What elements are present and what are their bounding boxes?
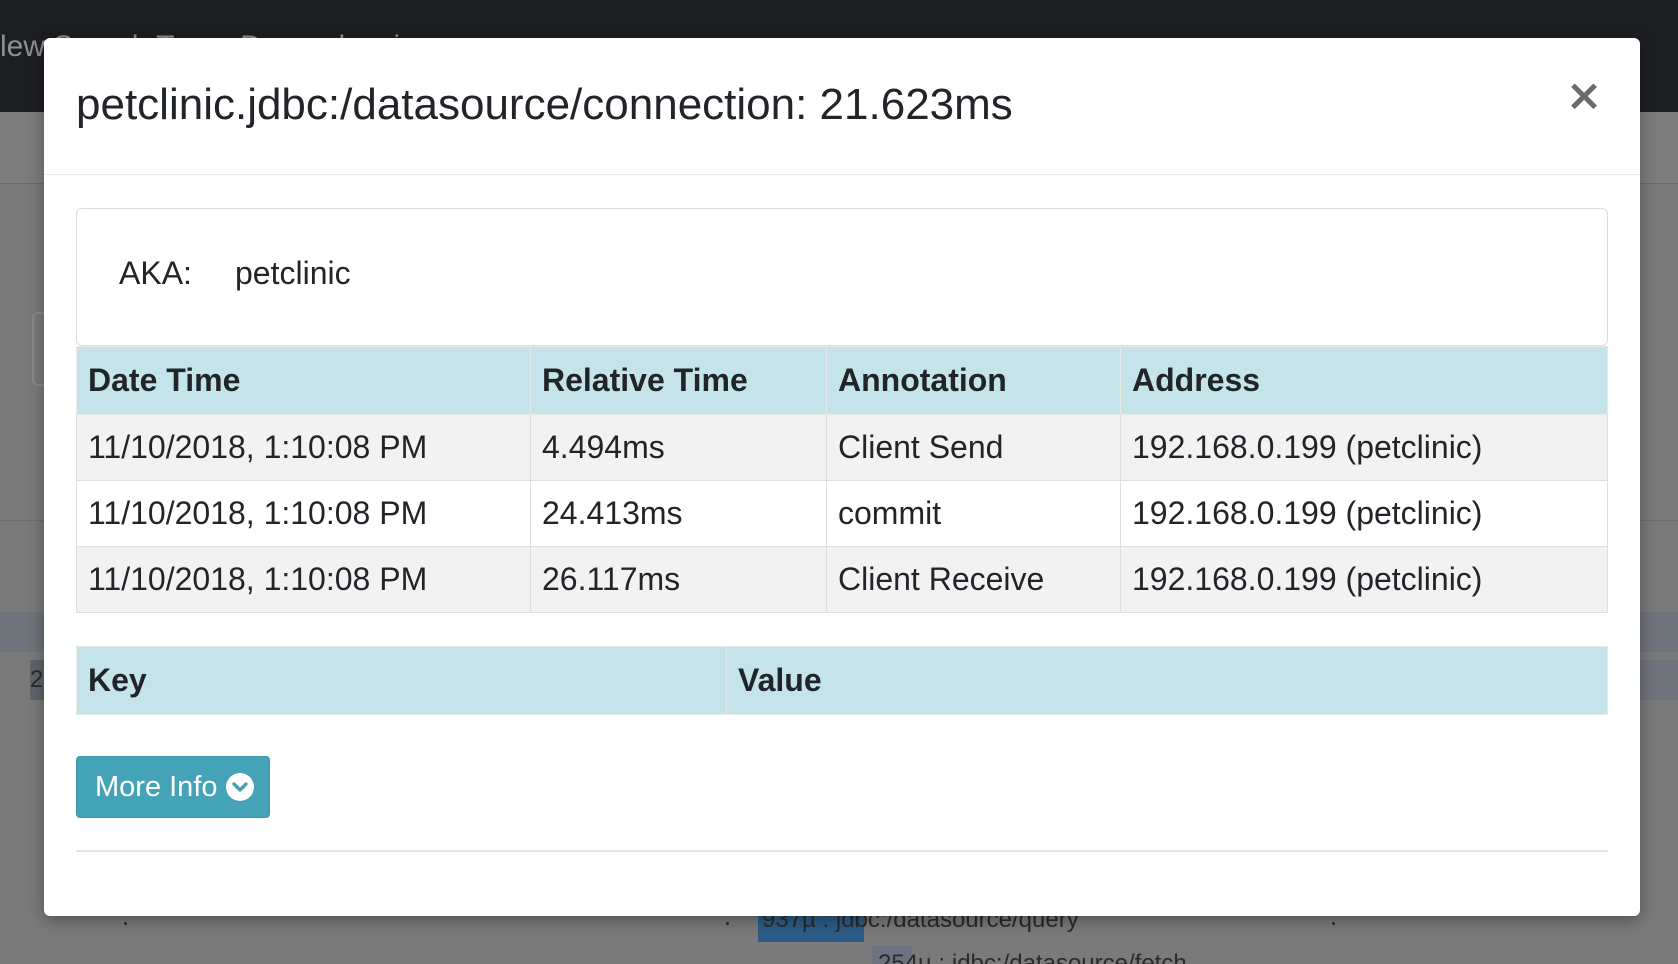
column-header-date-time: Date Time — [76, 346, 531, 415]
background-span-label-2: 254µ : jdbc:/datasource/fetch — [878, 950, 1187, 964]
modal-footer-divider — [76, 850, 1608, 852]
background-dot — [124, 922, 127, 925]
chevron-down-circle-icon — [225, 773, 254, 801]
cell-annotation: Client Receive — [826, 546, 1121, 613]
cell-date-time: 11/10/2018, 1:10:08 PM — [76, 546, 531, 613]
column-header-relative-time: Relative Time — [530, 346, 827, 415]
cell-relative-time: 24.413ms — [530, 480, 827, 547]
annotations-header-row: Date Time Relative Time Annotation Addre… — [76, 346, 1608, 415]
aka-label: AKA: — [119, 255, 192, 291]
cell-address: 192.168.0.199 (petclinic) — [1120, 480, 1608, 547]
table-row: 11/10/2018, 1:10:08 PM 26.117ms Client R… — [76, 546, 1608, 613]
cell-date-time: 11/10/2018, 1:10:08 PM — [76, 414, 531, 481]
column-header-key: Key — [76, 646, 727, 715]
cell-annotation: Client Send — [826, 414, 1121, 481]
span-detail-modal: petclinic.jdbc:/datasource/connection: 2… — [44, 38, 1640, 916]
more-info-label: More Info — [95, 770, 218, 803]
cell-annotation: commit — [826, 480, 1121, 547]
modal-header: petclinic.jdbc:/datasource/connection: 2… — [44, 38, 1640, 175]
annotations-table: Date Time Relative Time Annotation Addre… — [76, 346, 1608, 613]
cell-address: 192.168.0.199 (petclinic) — [1120, 414, 1608, 481]
background-dot — [726, 922, 729, 925]
close-icon[interactable]: × — [1564, 74, 1604, 118]
cell-address: 192.168.0.199 (petclinic) — [1120, 546, 1608, 613]
tags-header-row: Key Value — [76, 646, 1608, 715]
background-row-band-right — [1640, 660, 1678, 700]
table-row: 11/10/2018, 1:10:08 PM 24.413ms commit 1… — [76, 480, 1608, 547]
column-header-address: Address — [1120, 346, 1608, 415]
aka-panel: AKA: petclinic — [76, 208, 1608, 346]
cell-relative-time: 4.494ms — [530, 414, 827, 481]
modal-title: petclinic.jdbc:/datasource/connection: 2… — [76, 80, 1013, 129]
column-header-value: Value — [726, 646, 1608, 715]
background-dot — [1332, 922, 1335, 925]
column-header-annotation: Annotation — [826, 346, 1121, 415]
cell-relative-time: 26.117ms — [530, 546, 827, 613]
table-row: 11/10/2018, 1:10:08 PM 4.494ms Client Se… — [76, 414, 1608, 481]
more-info-button[interactable]: More Info — [76, 756, 270, 818]
tags-table: Key Value — [76, 646, 1608, 715]
cell-date-time: 11/10/2018, 1:10:08 PM — [76, 480, 531, 547]
aka-value: petclinic — [235, 255, 351, 291]
